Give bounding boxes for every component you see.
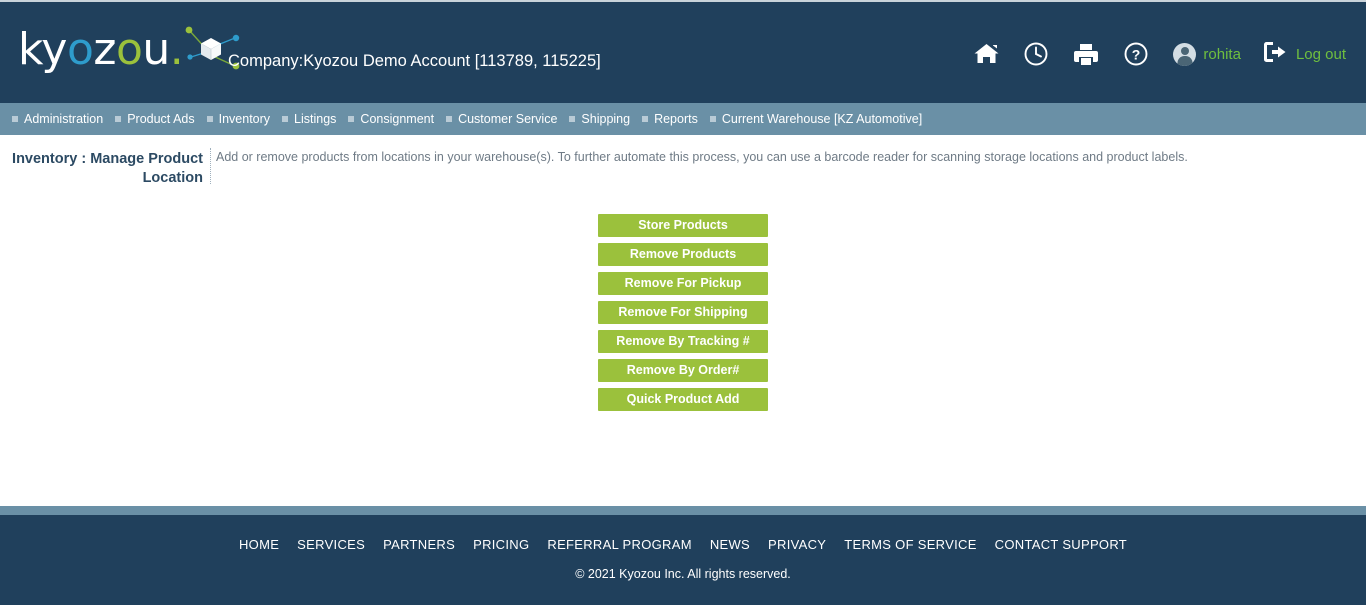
nav-item-shipping[interactable]: Shipping — [569, 112, 630, 126]
page-title: Inventory : Manage Product Location — [12, 151, 203, 186]
nav-item-administration[interactable]: Administration — [12, 112, 103, 126]
nav-item-customer-service[interactable]: Customer Service — [446, 112, 557, 126]
bullet-icon — [446, 116, 453, 122]
footer-link-referral-program[interactable]: REFERRAL PROGRAM — [547, 537, 691, 552]
nav-label: Current Warehouse [KZ Automotive] — [721, 112, 923, 126]
footer-links: HOME SERVICES PARTNERS PRICING REFERRAL … — [0, 537, 1366, 552]
store-products-button[interactable]: Store Products — [598, 214, 768, 237]
bullet-icon — [206, 116, 213, 122]
footer-link-terms-of-service[interactable]: TERMS OF SERVICE — [844, 537, 976, 552]
logo-z: z — [93, 24, 116, 75]
bullet-icon — [642, 116, 649, 122]
bullet-icon — [282, 116, 289, 122]
footer-link-pricing[interactable]: PRICING — [473, 537, 529, 552]
app-footer: HOME SERVICES PARTNERS PRICING REFERRAL … — [0, 515, 1366, 605]
svg-text:?: ? — [1132, 47, 1141, 63]
nav-label: Product Ads — [127, 112, 195, 126]
user-name: rohita — [1203, 45, 1241, 63]
logout-label: Log out — [1295, 45, 1346, 63]
footer-link-home[interactable]: HOME — [239, 537, 279, 552]
help-icon[interactable]: ? — [1111, 38, 1161, 70]
nav-item-product-ads[interactable]: Product Ads — [115, 112, 195, 126]
quick-product-add-button[interactable]: Quick Product Add — [598, 388, 768, 411]
footer-link-news[interactable]: NEWS — [710, 537, 750, 552]
logo-o-green: o — [115, 24, 143, 75]
bullet-icon — [709, 116, 716, 122]
company-title: Company:Kyozou Demo Account [113789, 115… — [228, 52, 601, 70]
footer-link-services[interactable]: SERVICES — [297, 537, 365, 552]
printer-icon[interactable] — [1061, 38, 1111, 70]
logo-o-blue: o — [66, 24, 94, 75]
nav-label: Shipping — [581, 112, 631, 126]
nav-label: Consignment — [360, 112, 435, 126]
remove-for-shipping-button[interactable]: Remove For Shipping — [598, 301, 768, 324]
logo-ky: ky — [18, 24, 67, 75]
user-account[interactable]: rohita — [1173, 42, 1241, 66]
footer-link-contact-support[interactable]: CONTACT SUPPORT — [995, 537, 1127, 552]
home-icon[interactable] — [961, 38, 1011, 70]
action-button-stack: Store Products Remove Products Remove Fo… — [598, 214, 768, 411]
nav-label: Customer Service — [458, 112, 558, 126]
logo-wordmark: kyozou. — [18, 28, 184, 72]
remove-by-tracking-button[interactable]: Remove By Tracking # — [598, 330, 768, 353]
header-divider — [210, 148, 211, 184]
footer-link-partners[interactable]: PARTNERS — [383, 537, 455, 552]
bullet-icon — [348, 116, 355, 122]
logout-button[interactable]: Log out — [1263, 41, 1346, 68]
footer-accent-bar — [0, 506, 1366, 515]
logout-icon — [1263, 41, 1288, 68]
nav-item-current-warehouse[interactable]: Current Warehouse [KZ Automotive] — [709, 112, 923, 126]
app-header: kyozou. Company:Kyozou Demo Account [113… — [0, 2, 1366, 103]
remove-by-order-button[interactable]: Remove By Order# — [598, 359, 768, 382]
bullet-icon — [12, 116, 18, 122]
app-root: kyozou. Company:Kyozou Demo Account [113… — [0, 0, 1366, 605]
nav-item-listings[interactable]: Listings — [282, 112, 336, 126]
nav-item-inventory[interactable]: Inventory — [206, 112, 271, 126]
page-header: Inventory : Manage Product Location Add … — [0, 140, 1366, 190]
nav-item-consignment[interactable]: Consignment — [348, 112, 434, 126]
nav-label: Listings — [294, 112, 337, 126]
page-description: Add or remove products from locations in… — [216, 150, 1188, 164]
bullet-icon — [569, 116, 576, 122]
bullet-icon — [115, 116, 122, 122]
footer-link-privacy[interactable]: PRIVACY — [768, 537, 826, 552]
avatar — [1173, 42, 1197, 66]
nav-label: Inventory — [218, 112, 271, 126]
remove-for-pickup-button[interactable]: Remove For Pickup — [598, 272, 768, 295]
logo-dot: . — [169, 24, 184, 75]
nav-label: Reports — [654, 112, 698, 126]
nav-label: Administration — [24, 112, 104, 126]
clock-icon[interactable] — [1011, 38, 1061, 70]
copyright-text: © 2021 Kyozou Inc. All rights reserved. — [575, 567, 791, 581]
header-tools: ? rohita Log out — [961, 38, 1346, 70]
kyozou-logo[interactable]: kyozou. — [18, 20, 247, 80]
logo-u: u — [142, 24, 170, 75]
nav-item-reports[interactable]: Reports — [642, 112, 698, 126]
main-navigation: Administration Product Ads Inventory Lis… — [0, 103, 1366, 135]
remove-products-button[interactable]: Remove Products — [598, 243, 768, 266]
